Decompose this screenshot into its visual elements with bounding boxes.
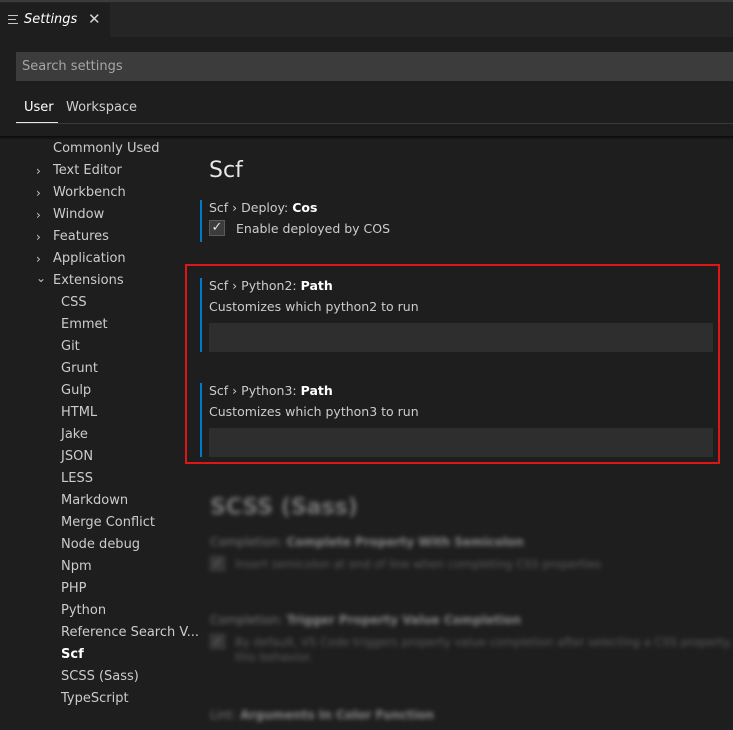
editor-tab-strip: Settings ✕ <box>0 0 733 37</box>
toc-item-scss[interactable]: SCSS (Sass) <box>0 666 190 688</box>
list-icon <box>8 15 18 24</box>
setting-label: Completion: Complete Property With Semic… <box>210 535 524 549</box>
settings-tab[interactable]: Settings ✕ <box>0 3 111 37</box>
deploy-cos-checkbox[interactable]: ✓ <box>209 220 225 236</box>
chevron-right-icon: › <box>36 186 41 200</box>
toc-item-features[interactable]: › Features <box>0 226 190 248</box>
toc-item-workbench[interactable]: › Workbench <box>0 182 190 204</box>
toc-item-node-debug[interactable]: Node debug <box>0 534 190 556</box>
setting-label: Completion: Trigger Property Value Compl… <box>210 613 521 627</box>
checkbox[interactable]: ✓ <box>210 634 225 649</box>
setting-description: By default, VS Code triggers property va… <box>235 635 732 649</box>
settings-toc: Commonly Used › Text Editor › Workbench › W… <box>0 138 199 730</box>
setting-description-cont: this behavior. <box>235 650 313 664</box>
chevron-right-icon: › <box>36 164 41 178</box>
group-title-scss: SCSS (Sass) <box>210 495 358 520</box>
toc-item-php[interactable]: PHP <box>0 578 190 600</box>
search-input[interactable] <box>16 52 733 81</box>
toc-item-commonly-used[interactable]: Commonly Used <box>0 138 190 160</box>
tab-workspace[interactable]: Workspace <box>66 100 137 115</box>
toc-item-python[interactable]: Python <box>0 600 190 622</box>
chevron-right-icon: › <box>36 208 41 222</box>
toc-item-typescript[interactable]: TypeScript <box>0 688 190 710</box>
toc-item-markdown[interactable]: Markdown <box>0 490 190 512</box>
tab-user[interactable]: User <box>24 100 54 115</box>
setting-label: Scf › Deploy: Cos <box>209 200 318 215</box>
toc-item-scf[interactable]: Scf <box>0 644 190 666</box>
toc-item-css[interactable]: CSS <box>0 292 190 314</box>
chevron-right-icon: › <box>36 230 41 244</box>
toc-item-html[interactable]: HTML <box>0 402 190 424</box>
toc-item-gulp[interactable]: Gulp <box>0 380 190 402</box>
toc-item-grunt[interactable]: Grunt <box>0 358 190 380</box>
toc-item-npm[interactable]: Npm <box>0 556 190 578</box>
highlight-box <box>185 264 720 464</box>
toc-item-reference-search[interactable]: Reference Search V... <box>0 622 199 644</box>
scope-separator <box>16 123 733 124</box>
tab-title: Settings <box>24 12 78 27</box>
toc-item-jake[interactable]: Jake <box>0 424 190 446</box>
group-title: Scf <box>209 158 243 183</box>
setting-deploy-cos: Scf › Deploy: Cos ✓ Enable deployed by C… <box>200 200 720 242</box>
toc-item-git[interactable]: Git <box>0 336 190 358</box>
toc-item-text-editor[interactable]: › Text Editor <box>0 160 190 182</box>
settings-editor: Settings ✕ User Workspace Commonly Used … <box>0 0 733 730</box>
toc-item-extensions[interactable]: ⌄ Extensions <box>0 270 190 292</box>
checkbox-label: Enable deployed by COS <box>236 221 391 236</box>
blurred-scss-section: SCSS (Sass) Completion: Complete Propert… <box>200 490 733 730</box>
setting-label: Lint: Arguments In Color Function <box>210 708 434 722</box>
setting-description: Insert semicolon at end of line when com… <box>235 557 602 571</box>
checkbox[interactable]: ✓ <box>210 556 225 571</box>
tab-strip-border <box>0 0 733 2</box>
toc-item-emmet[interactable]: Emmet <box>0 314 190 336</box>
toc-item-application[interactable]: › Application <box>0 248 190 270</box>
scope-tabs: User Workspace <box>16 96 733 124</box>
modified-indicator <box>200 200 202 242</box>
chevron-down-icon: ⌄ <box>36 271 47 285</box>
toc-item-merge-conflict[interactable]: Merge Conflict <box>0 512 190 534</box>
toc-item-window[interactable]: › Window <box>0 204 190 226</box>
toc-item-json[interactable]: JSON <box>0 446 190 468</box>
close-icon[interactable]: ✕ <box>88 10 101 28</box>
toc-item-less[interactable]: LESS <box>0 468 190 490</box>
